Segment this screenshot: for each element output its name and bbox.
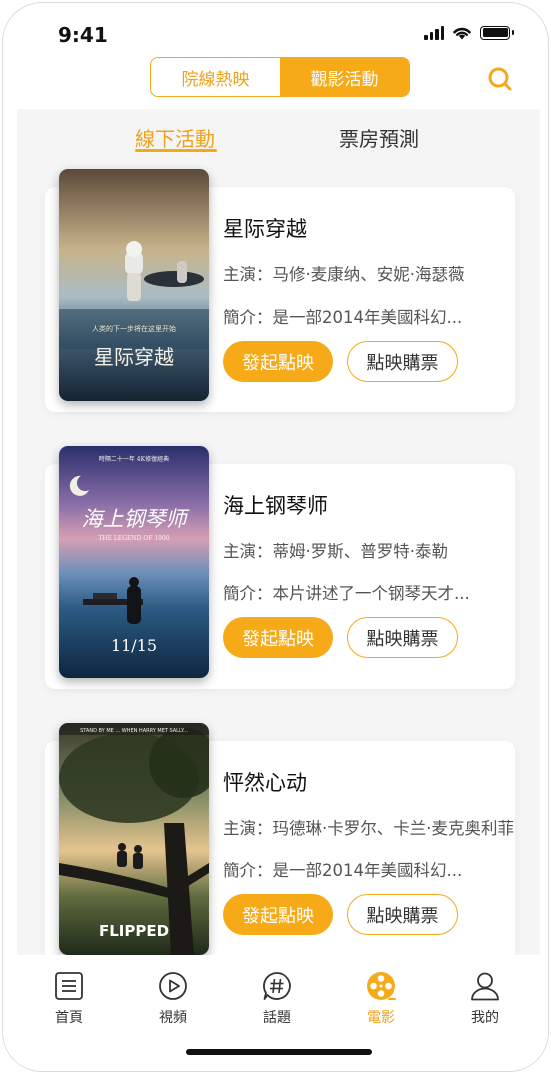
nav-topics-label: 話題 <box>263 1010 291 1026</box>
movie-poster[interactable]: 海上钢琴师 THE LEGEND OF 1900 時隔二十一年 4K修復經典 1… <box>59 446 209 678</box>
subtab-active-indicator <box>135 149 217 152</box>
poster-subtitle: THE LEGEND OF 1900 <box>98 535 169 542</box>
screening-ticket-button[interactable]: 點映購票 <box>347 341 458 382</box>
status-icons <box>424 25 514 40</box>
video-play-icon <box>159 972 187 1000</box>
nav-video-label: 視頻 <box>159 1010 187 1026</box>
nav-movies-label: 電影 <box>367 1010 395 1026</box>
cellular-signal-icon <box>424 25 444 40</box>
movie-title: 怦然心动 <box>223 771 307 795</box>
movie-cast: 主演：马修·麦康纳、安妮·海瑟薇 <box>223 265 465 284</box>
film-reel-icon <box>367 972 396 1000</box>
poster-date: 11/15 <box>111 636 157 655</box>
movie-cast: 主演：蒂姆·罗斯、普罗特·泰勒 <box>223 542 448 561</box>
nav-profile[interactable]: 我的 <box>455 971 515 1027</box>
topic-hash-icon <box>263 972 291 1000</box>
battery-icon <box>480 25 514 40</box>
poster-title: FLIPPED <box>99 922 169 940</box>
nav-video[interactable]: 視頻 <box>143 971 203 1027</box>
wifi-icon <box>453 27 471 40</box>
initiate-screening-button[interactable]: 發起點映 <box>223 617 333 658</box>
movie-cast: 主演：玛德琳·卡罗尔、卡兰·麦克奥利菲 <box>223 819 514 838</box>
initiate-screening-button[interactable]: 發起點映 <box>223 894 333 935</box>
nav-profile-label: 我的 <box>471 1010 499 1026</box>
search-icon[interactable] <box>487 66 513 92</box>
nav-topics[interactable]: 話題 <box>247 971 307 1027</box>
movie-description: 簡介：是一部2014年美國科幻... <box>223 861 463 880</box>
movie-title: 星际穿越 <box>223 217 307 241</box>
movie-poster[interactable]: 人类的下一步将在这里开始 星际穿越 <box>59 169 209 401</box>
subtab-box-office-forecast[interactable]: 票房預測 <box>339 123 419 152</box>
home-indicator[interactable] <box>186 1049 372 1055</box>
nav-home-label: 首頁 <box>55 1010 83 1026</box>
movie-poster[interactable]: STAND BY ME ... WHEN HARRY MET SALLY... … <box>59 723 209 955</box>
nav-movies[interactable]: 電影 <box>351 971 411 1027</box>
home-icon <box>55 972 83 1000</box>
phone-frame: 9:41 院線熱映 觀影活動 線下活動 票房預測 人类的下一步将在这里开始 星际… <box>2 2 549 1072</box>
poster-tagline: 時隔二十一年 4K修復經典 <box>99 455 169 463</box>
top-segment-control: 院線熱映 觀影活動 <box>150 57 410 97</box>
screening-ticket-button[interactable]: 點映購票 <box>347 894 458 935</box>
movie-title: 海上钢琴师 <box>223 494 328 518</box>
initiate-screening-button[interactable]: 發起點映 <box>223 341 333 382</box>
tab-now-showing[interactable]: 院線熱映 <box>151 58 280 96</box>
profile-icon <box>471 972 499 1001</box>
movie-description: 簡介：是一部2014年美國科幻... <box>223 308 463 327</box>
tab-viewing-events[interactable]: 觀影活動 <box>280 58 409 96</box>
subtab-offline-events[interactable]: 線下活動 <box>135 123 215 152</box>
poster-title: 星际穿越 <box>94 345 174 369</box>
status-time: 9:41 <box>58 23 108 47</box>
screening-ticket-button[interactable]: 點映購票 <box>347 617 458 658</box>
movie-description: 簡介：本片讲述了一个钢琴天才... <box>223 584 470 603</box>
poster-tagline: STAND BY ME ... WHEN HARRY MET SALLY... <box>80 728 188 734</box>
content-area: 線下活動 票房預測 人类的下一步将在这里开始 星际穿越 星际穿越 主演：马修·麦… <box>17 109 540 957</box>
nav-home[interactable]: 首頁 <box>39 971 99 1027</box>
poster-title: 海上钢琴师 <box>82 507 191 531</box>
poster-tagline: 人类的下一步将在这里开始 <box>92 324 176 333</box>
